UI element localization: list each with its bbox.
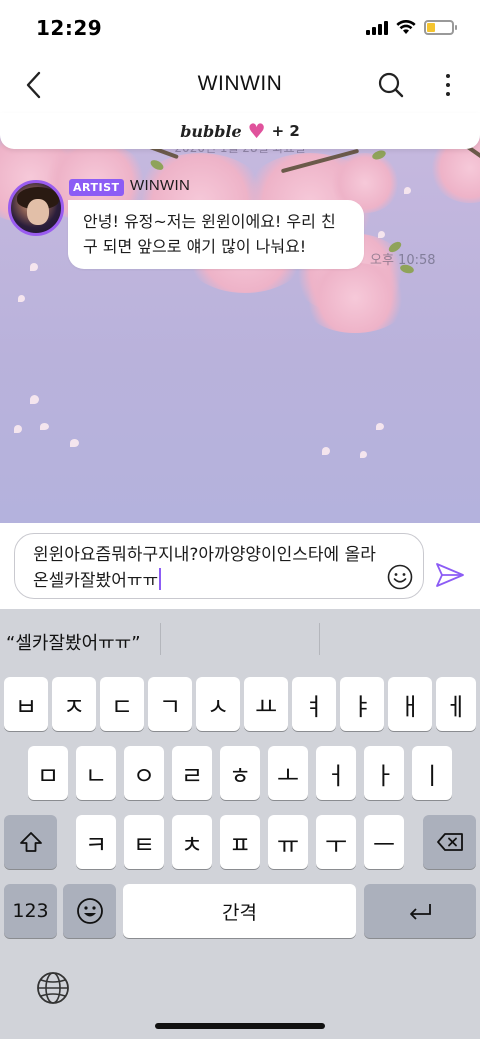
key[interactable]: ㅁ <box>28 746 68 800</box>
emoji-key[interactable] <box>63 884 116 938</box>
sender-name: WINWIN <box>130 177 191 194</box>
return-icon <box>410 904 431 920</box>
key[interactable]: ㅓ <box>316 746 356 800</box>
suggestion-item[interactable]: “셀카잘봤어ㅠㅠ” <box>6 629 141 655</box>
key[interactable]: ㅑ <box>340 677 384 731</box>
key[interactable]: ㅊ <box>172 815 212 869</box>
avatar[interactable] <box>8 180 64 236</box>
wifi-icon <box>396 20 416 34</box>
smiley-icon[interactable] <box>387 564 413 590</box>
status-icons <box>366 20 457 35</box>
key[interactable]: ㅅ <box>196 677 240 731</box>
key[interactable]: ㅕ <box>292 677 336 731</box>
key[interactable]: ㅐ <box>388 677 432 731</box>
backspace-icon <box>436 833 463 851</box>
signal-icon <box>366 20 388 35</box>
status-time: 12:29 <box>36 16 103 40</box>
heart-icon: ♥ <box>247 119 266 143</box>
space-key[interactable]: 간격 <box>123 884 356 938</box>
shift-key[interactable] <box>4 815 57 869</box>
message-time: 오후 10:58 <box>370 253 436 268</box>
message-input-bar: 윈윈아요즘뭐하구지내?아까양양이인스타에 올라온셀카잘봤어ㅠㅠ <box>0 523 480 609</box>
shift-icon <box>19 832 42 852</box>
emoji-icon <box>76 898 103 924</box>
message-input[interactable]: 윈윈아요즘뭐하구지내?아까양양이인스타에 올라온셀카잘봤어ㅠㅠ <box>14 533 424 599</box>
search-icon[interactable] <box>376 70 406 100</box>
chat-header: WINWIN <box>0 54 480 116</box>
header-title: WINWIN <box>197 72 283 95</box>
message-input-text[interactable]: 윈윈아요즘뭐하구지내?아까양양이인스타에 올라온셀카잘봤어ㅠㅠ <box>33 542 383 594</box>
suggestion-divider <box>319 623 320 655</box>
key[interactable]: ㅔ <box>436 677 476 731</box>
chat-area[interactable]: 2020년 1월 28일 화요일 ARTIST WINWIN 안녕! 유정~저는… <box>0 113 480 523</box>
key[interactable]: ㅏ <box>364 746 404 800</box>
return-key[interactable] <box>364 884 476 938</box>
text-caret <box>159 568 162 590</box>
paper-plane-icon[interactable] <box>434 559 466 591</box>
key[interactable]: ㅗ <box>268 746 308 800</box>
status-bar: 12:29 <box>0 0 480 54</box>
suggestion-bar: “셀카잘봤어ㅠㅠ” <box>0 609 480 669</box>
artist-badge: ARTIST <box>69 179 124 196</box>
delete-key[interactable] <box>423 815 476 869</box>
bubble-logo: bubble <box>180 121 242 141</box>
numbers-key[interactable]: 123 <box>4 884 57 938</box>
key[interactable]: ㅍ <box>220 815 260 869</box>
globe-icon[interactable] <box>36 971 70 1005</box>
key[interactable]: ㄹ <box>172 746 212 800</box>
key[interactable]: ㅣ <box>412 746 452 800</box>
key[interactable]: ㄷ <box>100 677 144 731</box>
key[interactable]: ㅋ <box>76 815 116 869</box>
more-vertical-icon[interactable] <box>438 70 458 100</box>
keyboard: “셀카잘봤어ㅠㅠ” ㅂ ㅈ ㄷ ㄱ ㅅ ㅛ ㅕ ㅑ ㅐ ㅔ ㅁ ㄴ ㅇ ㄹ ㅎ … <box>0 609 480 1039</box>
key[interactable]: ㅡ <box>364 815 404 869</box>
bubble-banner[interactable]: bubble ♥ + 2 <box>0 113 480 149</box>
key[interactable]: ㅈ <box>52 677 96 731</box>
key[interactable]: ㅇ <box>124 746 164 800</box>
key[interactable]: ㅜ <box>316 815 356 869</box>
battery-icon <box>424 20 457 35</box>
plus-count: + 2 <box>271 122 300 140</box>
home-indicator[interactable] <box>155 1023 325 1029</box>
key[interactable]: ㄱ <box>148 677 192 731</box>
suggestion-divider <box>160 623 161 655</box>
key[interactable]: ㅂ <box>4 677 48 731</box>
message-input-value: 윈윈아요즘뭐하구지내?아까양양이인스타에 올라온셀카잘봤어ㅠㅠ <box>33 545 376 591</box>
key[interactable]: ㅛ <box>244 677 288 731</box>
key[interactable]: ㅠ <box>268 815 308 869</box>
message-bubble[interactable]: 안녕! 유정~저는 윈윈이에요! 우리 친구 되면 앞으로 얘기 많이 나눠요! <box>68 200 364 269</box>
key[interactable]: ㅌ <box>124 815 164 869</box>
key[interactable]: ㅎ <box>220 746 260 800</box>
key[interactable]: ㄴ <box>76 746 116 800</box>
